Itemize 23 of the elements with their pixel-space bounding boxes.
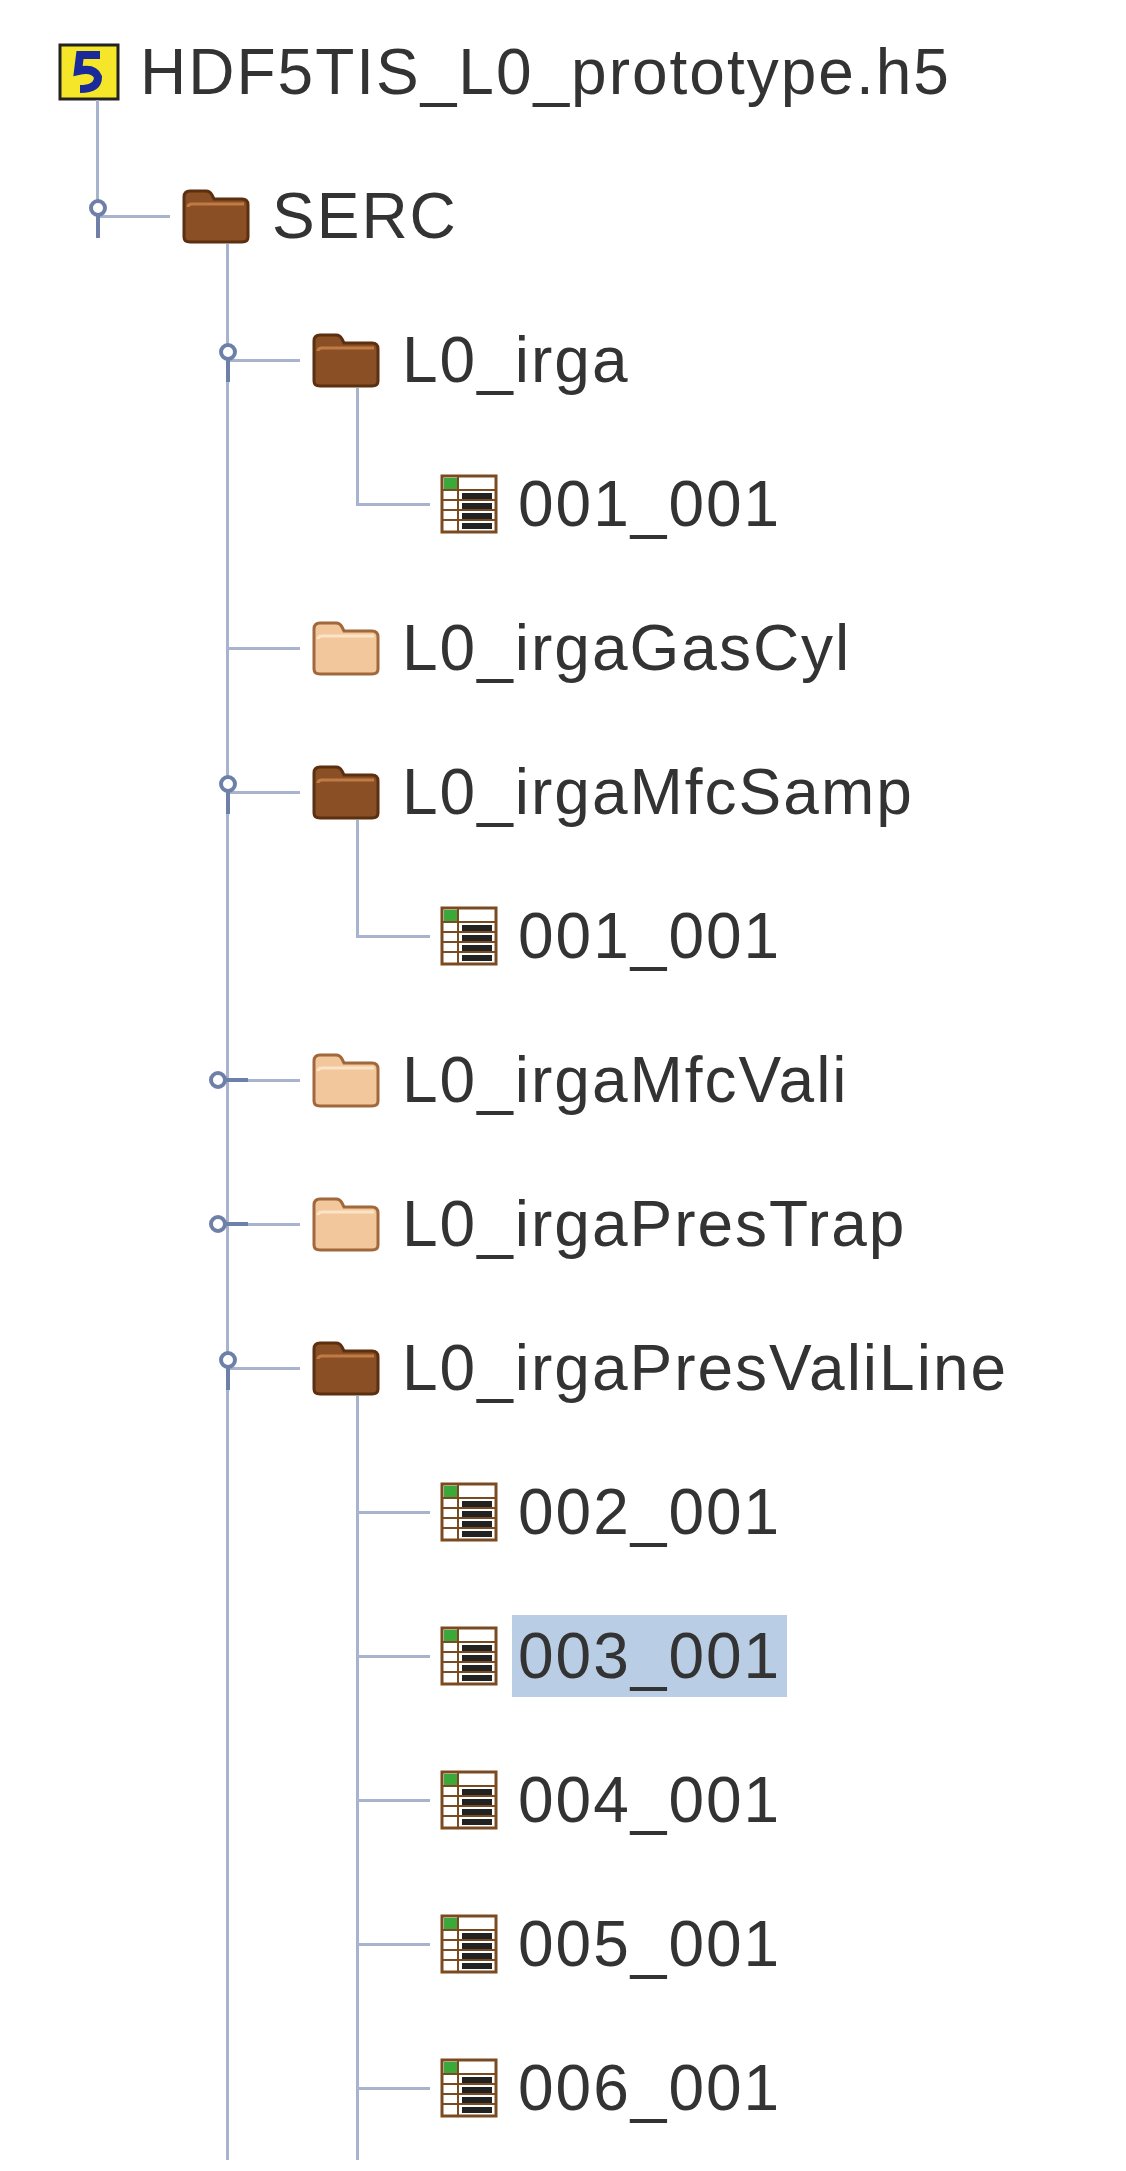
tree-item-label[interactable]: L0_irgaPresTrap	[396, 1183, 913, 1265]
tree-item-label[interactable]: L0_irgaMfcSamp	[396, 751, 920, 833]
tree-item-label[interactable]: 001_001	[512, 463, 788, 545]
table-icon	[440, 474, 498, 534]
tree-item-label[interactable]: L0_irgaMfcVali	[396, 1039, 855, 1121]
tree-item-label[interactable]: 006_001	[512, 2047, 788, 2129]
file-icon	[58, 43, 120, 101]
table-icon	[440, 2058, 498, 2118]
table-icon	[440, 1770, 498, 1830]
tree-item-label[interactable]: 003_001	[512, 1615, 788, 1697]
tree-item-label[interactable]: HDF5TIS_L0_prototype.h5	[134, 31, 957, 113]
table-icon	[440, 1914, 498, 1974]
tree-item-label[interactable]: 002_001	[512, 1471, 788, 1553]
table-icon	[440, 1482, 498, 1542]
table-icon	[440, 1626, 498, 1686]
tree-item-label[interactable]: 005_001	[512, 1903, 788, 1985]
table-icon	[440, 906, 498, 966]
tree-item-label[interactable]: L0_irgaGasCyl	[396, 607, 858, 689]
tree-item-label[interactable]: SERC	[266, 175, 464, 257]
tree-item-label[interactable]: L0_irga	[396, 319, 636, 401]
tree-item-label[interactable]: 004_001	[512, 1759, 788, 1841]
tree-item-label[interactable]: 001_001	[512, 895, 788, 977]
tree-item-label[interactable]: L0_irgaPresValiLine	[396, 1327, 1015, 1409]
